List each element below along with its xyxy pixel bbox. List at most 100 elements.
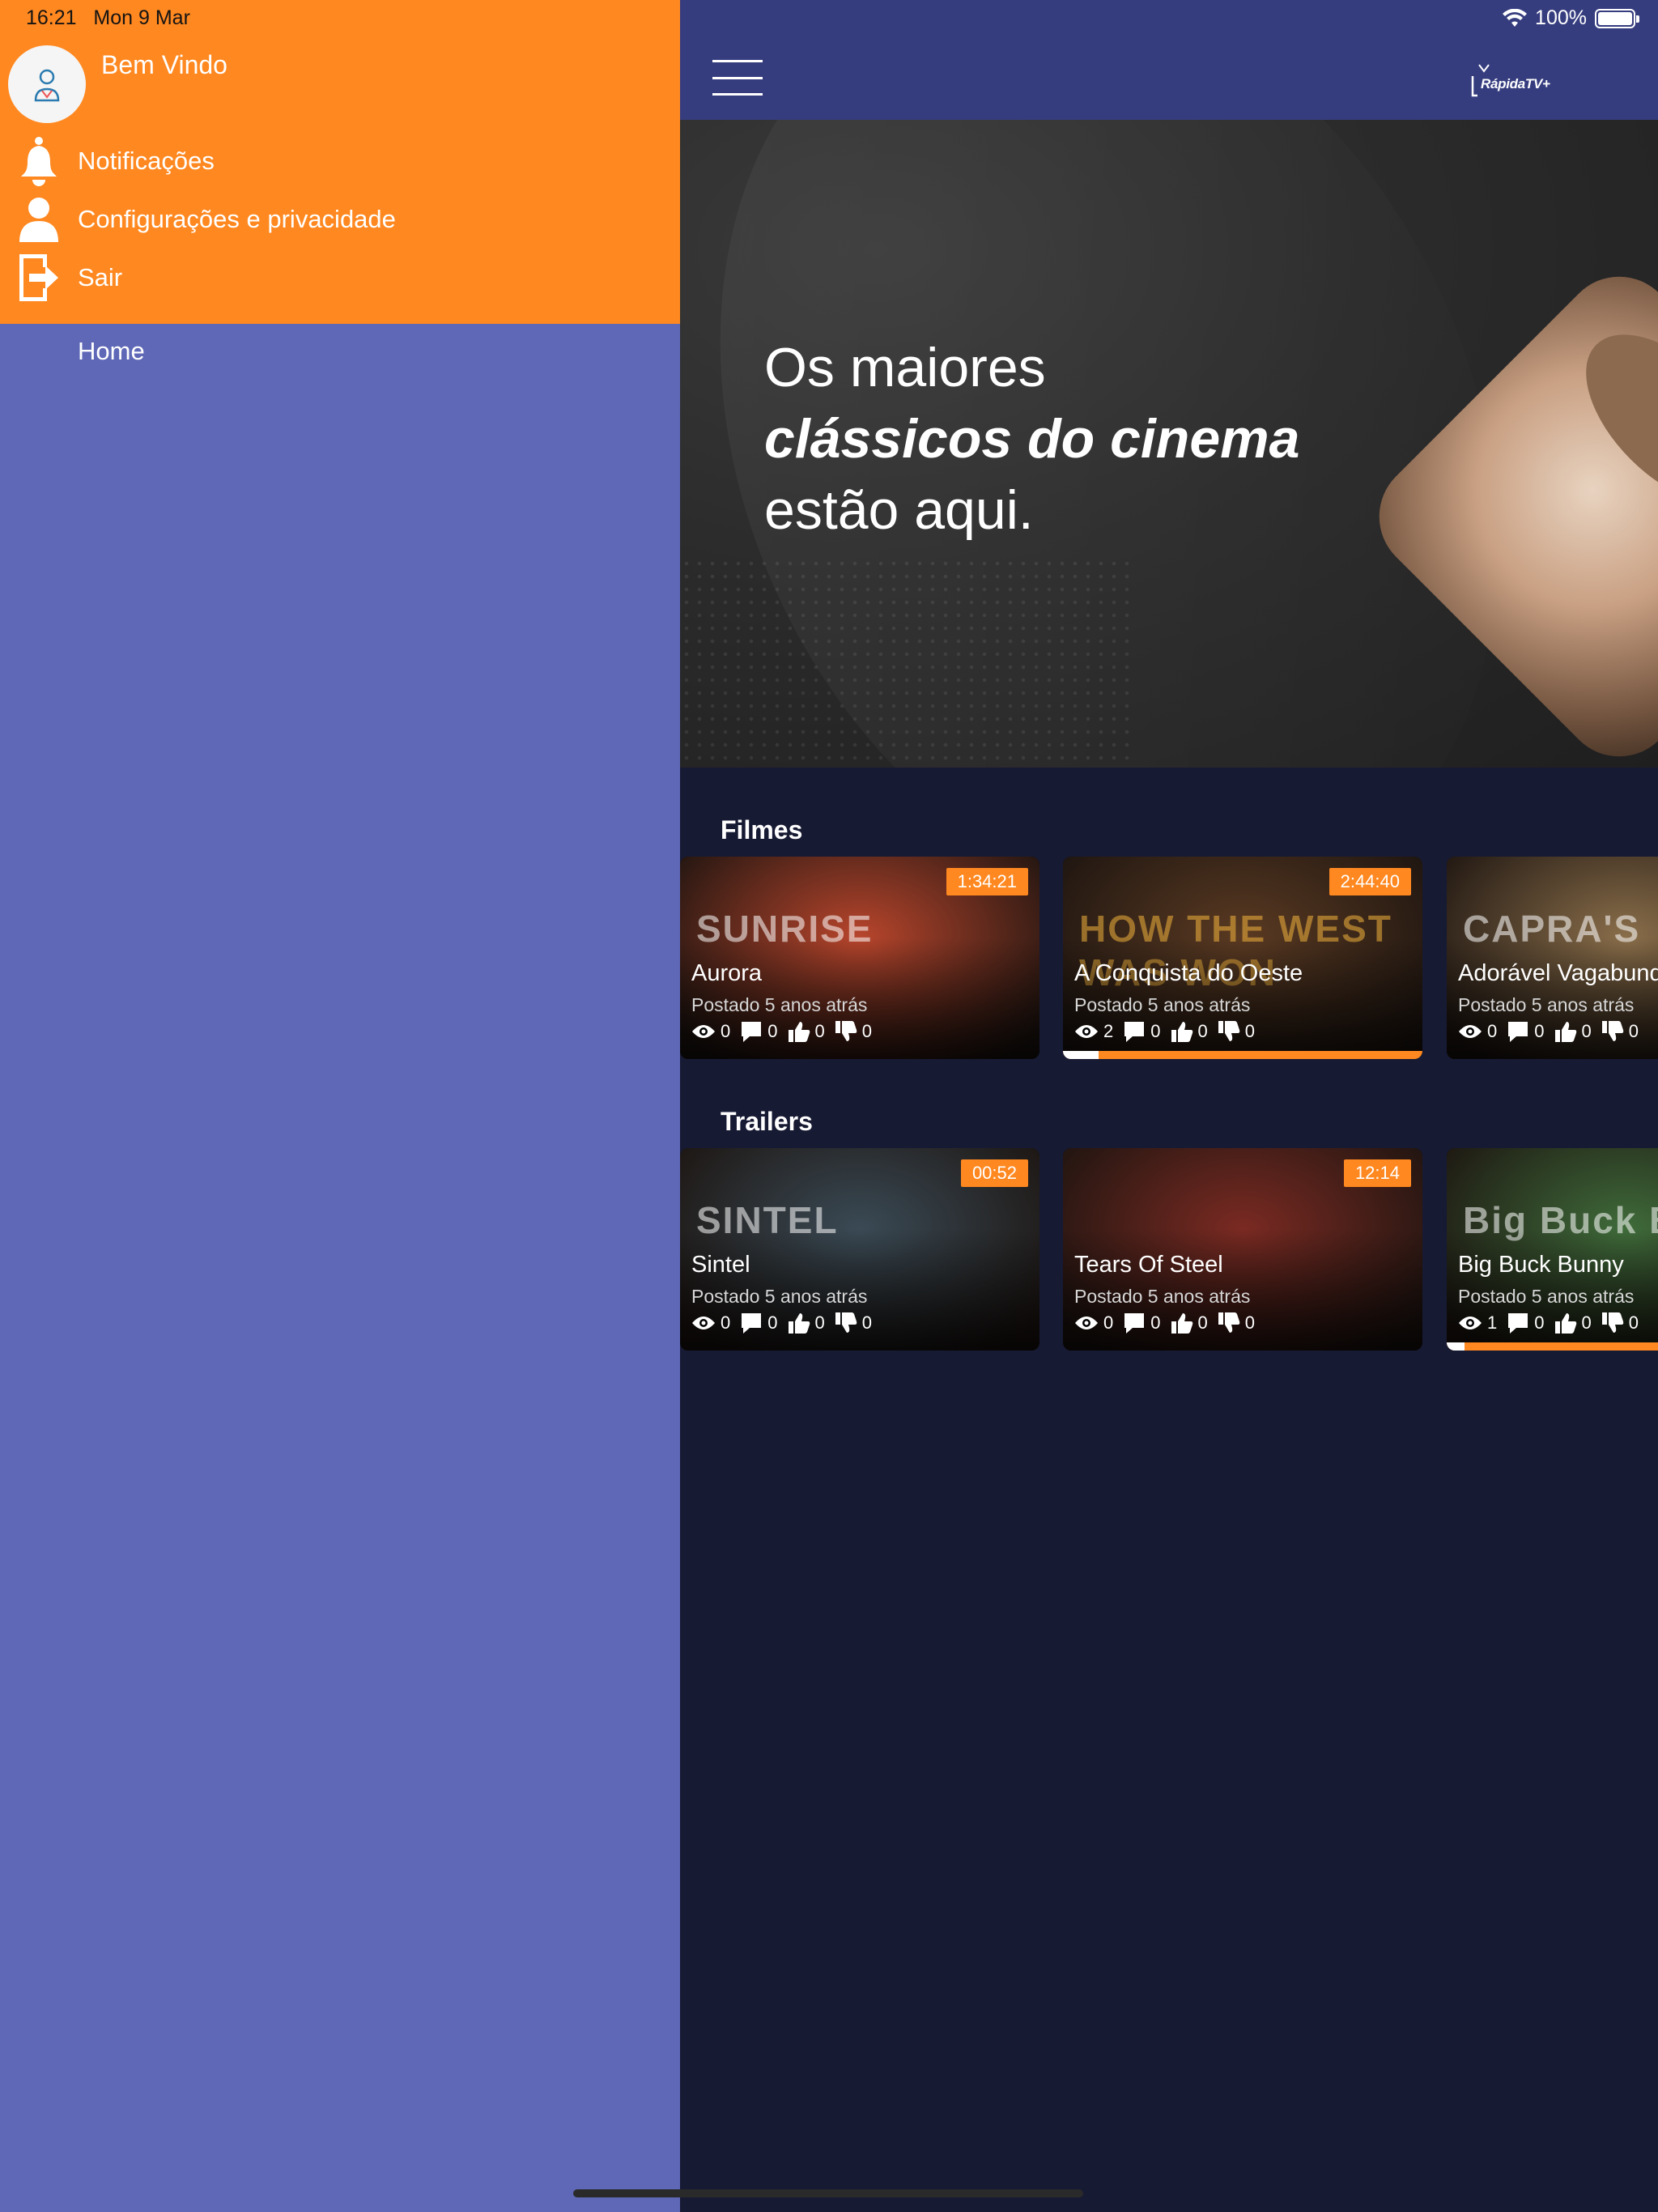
posted-date: Postado 5 anos atrás — [1074, 994, 1251, 1015]
drawer-nav-home[interactable]: Home — [78, 337, 145, 366]
views-icon — [1459, 1317, 1482, 1329]
dislikes-count: 0 — [861, 1021, 872, 1041]
video-card[interactable]: SINTEL 00:52 Sintel Postado 5 anos atrás 0 0 0… — [680, 1148, 1039, 1351]
views-icon — [1075, 1025, 1098, 1038]
video-title: Tears Of Steel — [1074, 1252, 1223, 1278]
views-count: 1 — [1487, 1312, 1498, 1333]
posted-date: Postado 5 anos atrás — [1458, 994, 1635, 1015]
drawer-item-settings[interactable]: Configurações e privacidade — [15, 191, 396, 248]
hero-banner[interactable]: Os maiores clássicos do cinema estão aqu… — [680, 120, 1658, 768]
views-icon — [692, 1025, 715, 1038]
comments-icon — [1124, 1022, 1145, 1042]
video-card[interactable]: SUNRISE 1:34:21 Aurora Postado 5 anos atrás… — [680, 857, 1039, 1059]
banner-headline: Os maiores clássicos do cinema estão aqu… — [764, 332, 1299, 546]
drawer-item-label: Notificações — [78, 147, 215, 175]
thumbs-down-icon — [1218, 1312, 1239, 1333]
app-logo: RápidaTV+ — [1469, 63, 1558, 99]
posted-date: Postado 5 anos atrás — [691, 1286, 868, 1307]
app-root: 16:21 Mon 9 Mar 100% Bem Vindo Notificaç… — [0, 0, 1658, 2212]
banner-line-3: estão aqui. — [764, 479, 1034, 541]
thumbs-up-icon — [788, 1022, 810, 1042]
thumbs-up-icon — [1554, 1313, 1576, 1334]
video-title: Adorável Vagabundo — [1458, 960, 1658, 986]
likes-count: 0 — [1581, 1312, 1592, 1333]
logo-text: RápidaTV+ — [1481, 76, 1550, 91]
video-stats: 0 0 0 0 — [691, 1312, 882, 1334]
video-title: Big Buck Bunny — [1458, 1252, 1624, 1278]
comments-icon — [1508, 1313, 1528, 1334]
bell-icon — [15, 134, 63, 188]
thumbs-up-icon — [1171, 1313, 1192, 1334]
video-stats: 0 0 0 0 — [691, 1020, 882, 1043]
comments-count: 0 — [767, 1312, 778, 1333]
drawer-item-label: Configurações e privacidade — [78, 205, 396, 233]
dislikes-count: 0 — [1628, 1312, 1639, 1333]
drawer-item-logout[interactable]: Sair — [15, 249, 122, 306]
drawer-item-notifications[interactable]: Notificações — [15, 133, 215, 189]
logout-icon — [15, 251, 63, 304]
banner-line-2: clássicos do cinema — [764, 408, 1300, 470]
drawer-item-label: Sair — [78, 263, 123, 291]
posted-date: Postado 5 anos atrás — [691, 994, 868, 1015]
wifi-icon — [1503, 8, 1528, 27]
duration-badge: 12:14 — [1343, 1159, 1411, 1187]
thumbs-up-icon — [1171, 1022, 1192, 1042]
video-title: Aurora — [691, 960, 763, 986]
duration-badge: 00:52 — [960, 1159, 1028, 1187]
views-count: 0 — [1103, 1312, 1114, 1333]
battery-icon — [1595, 8, 1639, 28]
section-title-filmes: Filmes — [721, 815, 803, 844]
video-card[interactable]: Big Buck BUNNYBig Buck BunnyPostado 5 an… — [1447, 1148, 1658, 1351]
status-date: Mon 9 Mar — [93, 6, 190, 29]
thumbs-down-icon — [1218, 1021, 1239, 1041]
views-icon — [692, 1317, 715, 1329]
welcome-text: Bem Vindo — [101, 50, 227, 79]
home-indicator[interactable] — [573, 2189, 1083, 2197]
views-icon — [1075, 1317, 1098, 1329]
comments-count: 0 — [1534, 1312, 1545, 1333]
drawer-header: Bem Vindo Notificações Configurações e p… — [0, 0, 680, 324]
thumbs-down-icon — [1601, 1021, 1623, 1041]
status-time: 16:21 Mon 9 Mar — [26, 6, 190, 30]
views-count: 0 — [1487, 1021, 1498, 1041]
thumbs-down-icon — [835, 1312, 857, 1333]
video-stats: 1 0 0 0 — [1458, 1312, 1648, 1334]
avatar[interactable] — [8, 45, 86, 123]
status-right: 100% — [1503, 6, 1639, 30]
section-title-trailers: Trailers — [721, 1107, 813, 1136]
comments-icon — [742, 1313, 762, 1334]
watch-progress-bar — [1063, 1051, 1422, 1059]
video-stats: 0 0 0 0 — [1458, 1020, 1648, 1043]
thumbs-up-icon — [1554, 1022, 1576, 1042]
video-card[interactable]: HOW THE WEST WAS WON2:44:40A Conquista d… — [1063, 857, 1422, 1059]
likes-count: 0 — [814, 1312, 825, 1333]
views-count: 0 — [721, 1021, 731, 1041]
battery-percentage: 100% — [1535, 6, 1587, 29]
thumbs-up-icon — [788, 1313, 810, 1334]
video-title: A Conquista do Oeste — [1074, 960, 1303, 986]
side-drawer: Bem Vindo Notificações Configurações e p… — [0, 0, 680, 2212]
video-card[interactable]: CAPRA'S Adorável Vagabundo Postado 5 anos … — [1447, 857, 1658, 1059]
posted-date: Postado 5 anos atrás — [1458, 1286, 1635, 1307]
comments-count: 0 — [767, 1021, 778, 1041]
watch-progress-bar — [1447, 1342, 1658, 1351]
comments-count: 0 — [1534, 1021, 1545, 1041]
video-stats: 2000 — [1074, 1020, 1265, 1043]
likes-count: 0 — [814, 1021, 825, 1041]
comments-icon — [742, 1022, 762, 1042]
main-content: RápidaTV+ Os maiores clássicos do cinema… — [680, 0, 1658, 2212]
video-title: Sintel — [691, 1252, 750, 1278]
video-card[interactable]: 12:14 Tears Of Steel Postado 5 anos atrás 0… — [1063, 1148, 1422, 1351]
menu-icon[interactable] — [712, 60, 763, 96]
dislikes-count: 0 — [1628, 1021, 1639, 1041]
comments-icon — [1124, 1313, 1145, 1334]
thumbs-down-icon — [835, 1021, 857, 1041]
likes-count: 0 — [1197, 1021, 1208, 1041]
views-count: 0 — [721, 1312, 731, 1333]
video-stats: 0 0 0 0 — [1074, 1312, 1265, 1334]
thumbs-down-icon — [1601, 1312, 1623, 1333]
comments-count: 0 — [1150, 1021, 1161, 1041]
views-count: 2 — [1103, 1021, 1114, 1041]
comments-icon — [1508, 1022, 1528, 1042]
posted-date: Postado 5 anos atrás — [1074, 1286, 1251, 1307]
